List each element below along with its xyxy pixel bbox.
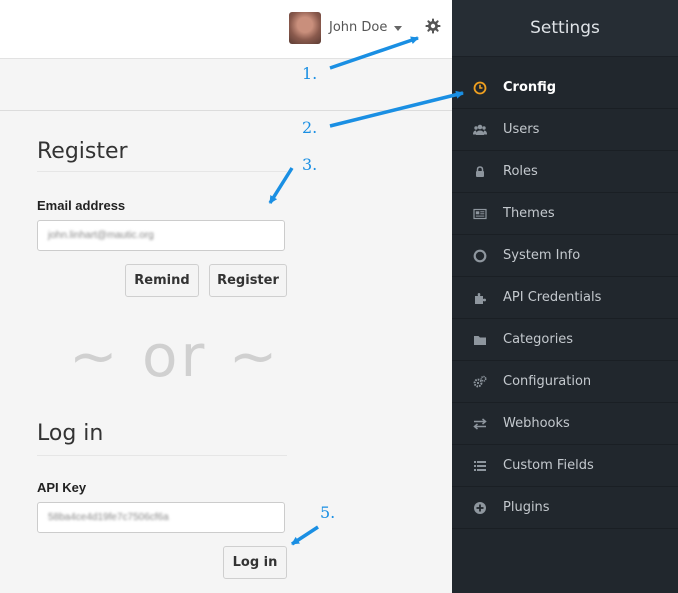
register-title: Register [37, 139, 128, 164]
sidebar-title: Settings [530, 18, 600, 38]
login-divider [37, 455, 287, 456]
chevron-down-icon[interactable] [394, 26, 402, 31]
sidebar-item-label: System Info [503, 248, 581, 263]
email-value: john.linhart@mautic.org [48, 230, 154, 241]
user-name[interactable]: John Doe [329, 20, 387, 35]
api-key-field[interactable]: 58ba4ce4d19fe7c7506cf6a [37, 502, 285, 533]
sidebar-item-system-info[interactable]: System Info [452, 236, 678, 277]
sidebar-item-label: Custom Fields [503, 458, 594, 473]
or-divider: ~ or ~ [69, 322, 281, 390]
annotation-5: 5. [320, 503, 336, 522]
sidebar-header: Settings [452, 0, 678, 57]
register-button[interactable]: Register [209, 264, 287, 297]
remind-button[interactable]: Remind [125, 264, 199, 297]
avatar[interactable] [289, 12, 321, 44]
exchange-icon [473, 418, 487, 430]
folder-icon [474, 336, 486, 345]
plus-circle-icon [474, 502, 486, 514]
lock-icon [476, 166, 484, 177]
newspaper-icon [473, 208, 487, 220]
email-label: Email address [37, 198, 126, 213]
sidebar-item-categories[interactable]: Categories [452, 320, 678, 361]
annotation-2: 2. [302, 118, 318, 137]
sidebar-item-label: Plugins [503, 500, 550, 515]
users-icon [473, 124, 487, 135]
sidebar-item-custom-fields[interactable]: Custom Fields [452, 446, 678, 487]
sidebar-item-label: Cronfig [503, 80, 557, 95]
api-key-label: API Key [37, 480, 87, 495]
gear-icon[interactable] [425, 18, 441, 34]
sidebar-item-themes[interactable]: Themes [452, 194, 678, 235]
sidebar-item-label: Configuration [503, 374, 592, 389]
life-ring-icon [473, 249, 487, 263]
sidebar-item-cronfig[interactable]: Cronfig [452, 68, 678, 109]
login-button[interactable]: Log in [223, 546, 287, 579]
sidebar-item-roles[interactable]: Roles [452, 152, 678, 193]
sidebar-item-label: Users [503, 122, 540, 137]
sidebar-item-api-credentials[interactable]: API Credentials [452, 278, 678, 319]
register-divider [37, 171, 287, 172]
list-icon [474, 461, 486, 471]
sidebar-item-label: Webhooks [503, 416, 570, 431]
annotation-1: 1. [302, 64, 318, 83]
clock-icon [473, 81, 487, 95]
login-title: Log in [37, 421, 104, 446]
sidebar-item-label: API Credentials [503, 290, 602, 305]
sidebar-item-label: Categories [503, 332, 574, 347]
api-key-value: 58ba4ce4d19fe7c7506cf6a [48, 512, 169, 523]
sidebar-item-label: Themes [503, 206, 555, 221]
cogs-icon [473, 375, 487, 388]
email-field[interactable]: john.linhart@mautic.org [37, 220, 285, 251]
puzzle-icon [475, 293, 486, 304]
annotation-3: 3. [302, 155, 318, 174]
sidebar-item-configuration[interactable]: Configuration [452, 362, 678, 403]
sidebar-item-label: Roles [503, 164, 538, 179]
sidebar-item-webhooks[interactable]: Webhooks [452, 404, 678, 445]
sub-bar [0, 59, 452, 111]
sidebar-item-users[interactable]: Users [452, 110, 678, 151]
settings-sidebar: Settings Cronfig Users Roles Themes Syst… [452, 0, 678, 593]
sidebar-item-plugins[interactable]: Plugins [452, 488, 678, 529]
